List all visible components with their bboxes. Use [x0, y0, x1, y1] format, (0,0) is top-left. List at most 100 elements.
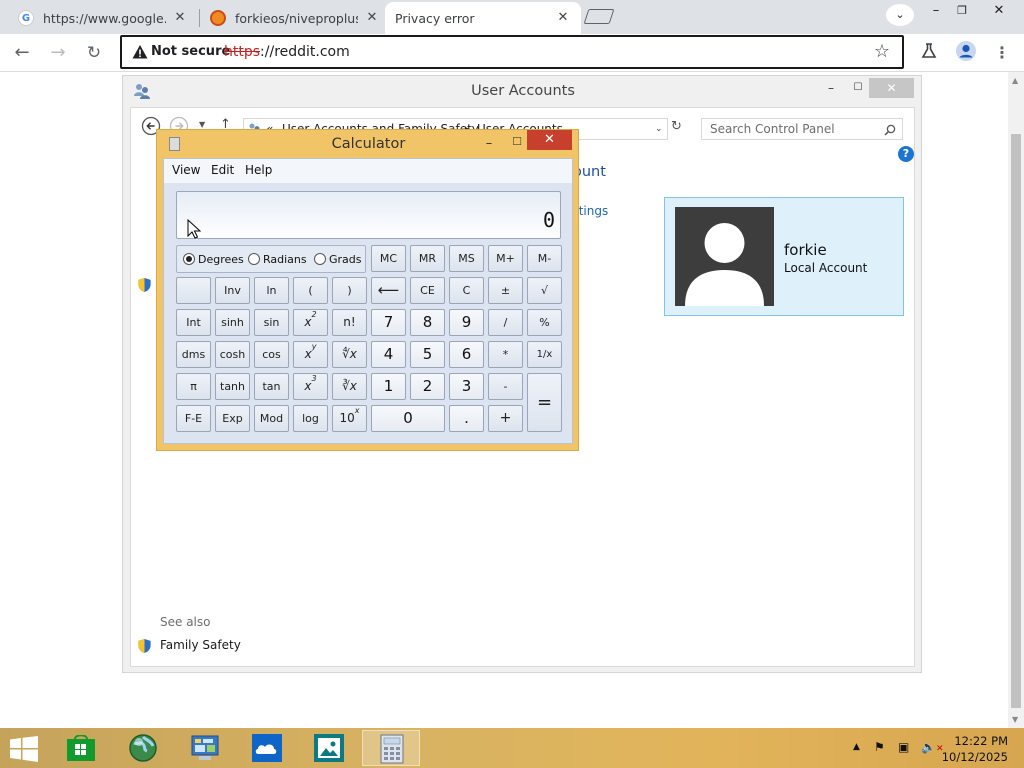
- taskbar-calculator[interactable]: [362, 730, 420, 766]
- address-bar[interactable]: Not secure https://reddit.com ☆: [120, 35, 904, 69]
- page-scrollbar[interactable]: ▲ ▼: [1008, 72, 1024, 728]
- scroll-up-icon[interactable]: ▲: [1012, 76, 1018, 85]
- taskbar-browser[interactable]: [114, 730, 172, 766]
- digit-8-button[interactable]: 8: [410, 309, 445, 336]
- factorial-button[interactable]: n!: [332, 309, 367, 336]
- tan-button[interactable]: tan: [254, 373, 289, 400]
- digit-6-button[interactable]: 6: [449, 341, 484, 368]
- tab-privacy-error[interactable]: Privacy error ✕: [385, 2, 581, 34]
- minimize-icon[interactable]: –: [823, 78, 839, 98]
- forward-icon[interactable]: →: [44, 40, 72, 66]
- url-text[interactable]: https://reddit.com: [224, 44, 350, 60]
- recent-pages-chevron-icon[interactable]: ▼: [199, 120, 205, 129]
- digit-7-button[interactable]: 7: [371, 309, 406, 336]
- scroll-down-icon[interactable]: ▼: [1012, 715, 1018, 724]
- plus-minus-button[interactable]: ±: [488, 277, 523, 304]
- tab-forkieos[interactable]: forkieos/niveproplusos ✕: [200, 2, 390, 34]
- equals-button[interactable]: =: [527, 373, 562, 432]
- taskbar-control-panel[interactable]: [176, 730, 234, 766]
- ms-button[interactable]: MS: [449, 245, 484, 272]
- decimal-button[interactable]: .: [449, 405, 484, 432]
- search-icon[interactable]: [884, 124, 896, 136]
- subtract-button[interactable]: -: [488, 373, 523, 400]
- degrees-radio[interactable]: [183, 253, 195, 265]
- percent-button[interactable]: %: [527, 309, 562, 336]
- ln-button[interactable]: ln: [254, 277, 289, 304]
- backspace-button[interactable]: ⟵: [371, 277, 406, 304]
- user-account-card[interactable]: forkie Local Account: [664, 197, 904, 316]
- x-squared-button[interactable]: x2: [293, 309, 328, 336]
- ten-power-x-button[interactable]: 10x: [332, 405, 367, 432]
- digit-2-button[interactable]: 2: [410, 373, 445, 400]
- new-tab-button[interactable]: [583, 9, 615, 24]
- family-safety-link[interactable]: Family Safety: [160, 638, 241, 652]
- mod-button[interactable]: Mod: [254, 405, 289, 432]
- minimize-icon[interactable]: –: [479, 134, 499, 154]
- digit-9-button[interactable]: 9: [449, 309, 484, 336]
- m-plus-button[interactable]: M+: [488, 245, 523, 272]
- radians-radio[interactable]: [248, 253, 260, 265]
- menu-kebab-icon[interactable]: ⋮: [988, 40, 1016, 66]
- menu-view[interactable]: View: [172, 163, 200, 177]
- mr-button[interactable]: MR: [410, 245, 445, 272]
- degrees-label[interactable]: Degrees: [198, 253, 244, 266]
- volume-muted-icon[interactable]: 🔈✕: [921, 740, 944, 754]
- m-minus-button[interactable]: M-: [527, 245, 562, 272]
- address-dropdown-icon[interactable]: ⌄: [655, 124, 663, 134]
- back-icon[interactable]: ←: [8, 40, 36, 66]
- restore-icon[interactable]: ❐: [946, 0, 978, 24]
- reload-icon[interactable]: ↻: [80, 40, 108, 66]
- close-window-icon[interactable]: ✕: [869, 78, 914, 98]
- settings-link-partial[interactable]: ttings: [574, 204, 608, 218]
- close-icon[interactable]: ✕: [172, 10, 188, 26]
- network-icon[interactable]: ▣: [898, 740, 909, 754]
- help-icon[interactable]: ?: [898, 146, 914, 162]
- maximize-icon[interactable]: ☐: [850, 78, 866, 98]
- taskbar-store[interactable]: [52, 730, 110, 766]
- action-center-flag-icon[interactable]: ⚑: [874, 740, 885, 754]
- tab-search-icon[interactable]: ⌄: [886, 4, 914, 26]
- blank-button[interactable]: [176, 277, 211, 304]
- search-control-panel-input[interactable]: Search Control Panel: [701, 118, 903, 140]
- clock[interactable]: 12:22 PM 10/12/2025: [942, 733, 1008, 765]
- labs-flask-icon[interactable]: [920, 42, 938, 60]
- exp-button[interactable]: Exp: [215, 405, 250, 432]
- divide-button[interactable]: /: [488, 309, 523, 336]
- clear-button[interactable]: C: [449, 277, 484, 304]
- cos-button[interactable]: cos: [254, 341, 289, 368]
- profile-avatar-icon[interactable]: [955, 40, 977, 62]
- radians-label[interactable]: Radians: [263, 253, 307, 266]
- fe-button[interactable]: F-E: [176, 405, 211, 432]
- digit-5-button[interactable]: 5: [410, 341, 445, 368]
- y-root-x-button[interactable]: ∜x: [332, 341, 367, 368]
- open-paren-button[interactable]: (: [293, 277, 328, 304]
- digit-4-button[interactable]: 4: [371, 341, 406, 368]
- scrollbar-thumb[interactable]: [1011, 134, 1021, 708]
- x-cubed-button[interactable]: x3: [293, 373, 328, 400]
- sqrt-button[interactable]: √: [527, 277, 562, 304]
- x-power-y-button[interactable]: xy: [293, 341, 328, 368]
- security-label[interactable]: Not secure: [151, 44, 230, 59]
- close-icon[interactable]: ✕: [555, 10, 571, 26]
- close-icon[interactable]: ✕: [364, 10, 380, 26]
- grads-radio[interactable]: [314, 253, 326, 265]
- digit-3-button[interactable]: 3: [449, 373, 484, 400]
- digit-1-button[interactable]: 1: [371, 373, 406, 400]
- refresh-icon[interactable]: ↻: [671, 119, 682, 134]
- show-hidden-icons-icon[interactable]: ▲: [853, 742, 860, 752]
- digit-0-button[interactable]: 0: [371, 405, 445, 432]
- close-window-icon[interactable]: ✕: [527, 130, 572, 150]
- menu-help[interactable]: Help: [245, 163, 272, 177]
- close-window-icon[interactable]: ✕: [983, 0, 1015, 24]
- tanh-button[interactable]: tanh: [215, 373, 250, 400]
- reciprocal-button[interactable]: 1/x: [527, 341, 562, 368]
- int-button[interactable]: Int: [176, 309, 211, 336]
- start-windows-icon[interactable]: [10, 736, 38, 762]
- menu-edit[interactable]: Edit: [211, 163, 234, 177]
- pi-button[interactable]: π: [176, 373, 211, 400]
- multiply-button[interactable]: *: [488, 341, 523, 368]
- grads-label[interactable]: Grads: [329, 253, 362, 266]
- cosh-button[interactable]: cosh: [215, 341, 250, 368]
- maximize-icon[interactable]: ☐: [507, 132, 527, 152]
- close-paren-button[interactable]: ): [332, 277, 367, 304]
